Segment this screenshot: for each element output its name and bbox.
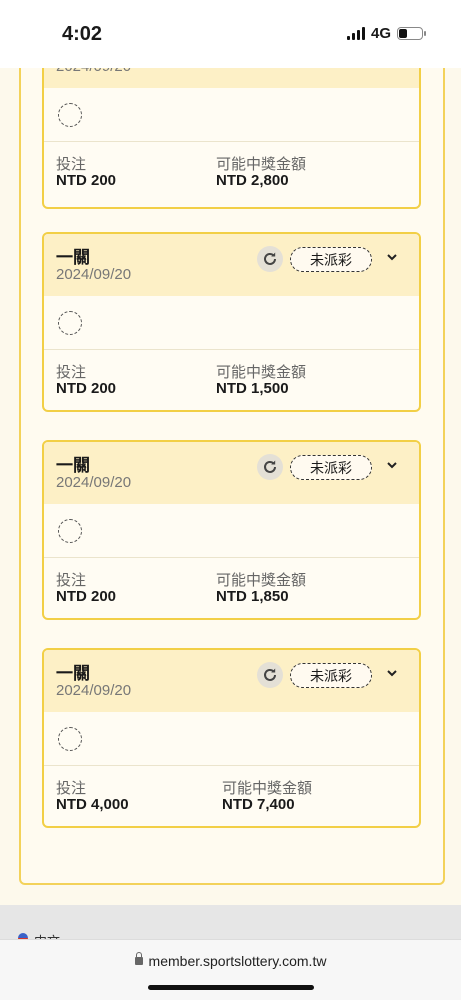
payout-value: NTD 2,800 bbox=[216, 172, 289, 189]
bet-card[interactable]: 一關 2024/09/20 未派彩 投注 NTD 4,000 可能中獎金額 NT… bbox=[42, 648, 421, 828]
bet-selection-row bbox=[44, 504, 419, 558]
dashed-circle-icon bbox=[58, 727, 82, 751]
status-badge: 未派彩 bbox=[290, 247, 372, 272]
url-display[interactable]: member.sportslottery.com.tw bbox=[0, 952, 461, 969]
payout-label: 可能中獎金額 bbox=[222, 780, 313, 797]
payout-value: NTD 1,500 bbox=[216, 380, 289, 397]
stake-value: NTD 200 bbox=[56, 588, 117, 605]
stake-label: 投注 bbox=[56, 364, 87, 381]
lock-icon bbox=[134, 952, 143, 965]
refresh-icon bbox=[264, 252, 276, 265]
network-label: 4G bbox=[370, 25, 391, 42]
home-indicator[interactable] bbox=[148, 985, 314, 990]
refresh-icon bbox=[264, 460, 276, 473]
payout-label: 可能中獎金額 bbox=[216, 572, 307, 589]
payout-value: NTD 7,400 bbox=[222, 796, 295, 813]
bet-card[interactable]: 一關 2024/09/20 未派彩 投注 NTD 200 可能中獎金額 NTD … bbox=[42, 232, 421, 412]
status-bar: 4:02 4G bbox=[0, 0, 461, 68]
stake-value: NTD 4,000 bbox=[56, 796, 129, 813]
refresh-icon bbox=[264, 668, 276, 681]
refresh-button[interactable] bbox=[257, 246, 283, 272]
dashed-circle-icon bbox=[58, 103, 82, 127]
bet-card-footer: 投注 NTD 200 可能中獎金額 NTD 1,850 bbox=[44, 558, 419, 618]
bet-type-title: 一關 bbox=[56, 456, 90, 475]
stake-value: NTD 200 bbox=[56, 380, 117, 397]
status-badge: 未派彩 bbox=[290, 455, 372, 480]
bet-selection-row bbox=[44, 712, 419, 766]
browser-address-bar[interactable]: member.sportslottery.com.tw bbox=[0, 939, 461, 1000]
stake-label: 投注 bbox=[56, 572, 87, 589]
bet-card-footer: 投注 NTD 4,000 可能中獎金額 NTD 7,400 bbox=[44, 766, 419, 826]
status-badge: 未派彩 bbox=[290, 663, 372, 688]
status-time: 4:02 bbox=[62, 23, 103, 45]
stake-label: 投注 bbox=[56, 156, 87, 173]
bet-card-header[interactable]: 一關 2024/09/20 未派彩 bbox=[44, 234, 419, 296]
bet-type-title: 一關 bbox=[56, 664, 90, 683]
bet-card[interactable]: 一關 2024/09/20 未派彩 投注 NTD 200 可能中獎金額 NTD … bbox=[42, 440, 421, 620]
bet-type-title: 一關 bbox=[56, 248, 90, 267]
bet-date: 2024/09/20 bbox=[56, 474, 132, 491]
chevron-down-icon[interactable] bbox=[385, 666, 399, 680]
bet-card-header[interactable]: 一關 2024/09/20 未派彩 bbox=[44, 442, 419, 504]
dashed-circle-icon bbox=[58, 311, 82, 335]
bet-selection-row bbox=[44, 88, 419, 142]
payout-label: 可能中獎金額 bbox=[216, 156, 307, 173]
bet-card-footer: 投注 NTD 200 可能中獎金額 NTD 1,500 bbox=[44, 350, 419, 410]
bet-card-footer: 投注 NTD 200 可能中獎金額 NTD 2,800 bbox=[44, 142, 419, 202]
stake-value: NTD 200 bbox=[56, 172, 117, 189]
signal-icon bbox=[346, 27, 365, 40]
url-text: member.sportslottery.com.tw bbox=[148, 953, 327, 969]
battery-icon bbox=[397, 27, 426, 40]
battery-level bbox=[399, 29, 407, 38]
refresh-button[interactable] bbox=[257, 454, 283, 480]
refresh-button[interactable] bbox=[257, 662, 283, 688]
chevron-down-icon[interactable] bbox=[385, 250, 399, 264]
status-indicators: 4G bbox=[346, 25, 426, 42]
bet-selection-row bbox=[44, 296, 419, 350]
payout-label: 可能中獎金額 bbox=[216, 364, 307, 381]
bet-card-header[interactable]: 一關 2024/09/20 未派彩 bbox=[44, 650, 419, 712]
stake-label: 投注 bbox=[56, 780, 87, 797]
dashed-circle-icon bbox=[58, 519, 82, 543]
payout-value: NTD 1,850 bbox=[216, 588, 289, 605]
chevron-down-icon[interactable] bbox=[385, 458, 399, 472]
bet-date: 2024/09/20 bbox=[56, 266, 132, 283]
bet-date: 2024/09/20 bbox=[56, 682, 132, 699]
